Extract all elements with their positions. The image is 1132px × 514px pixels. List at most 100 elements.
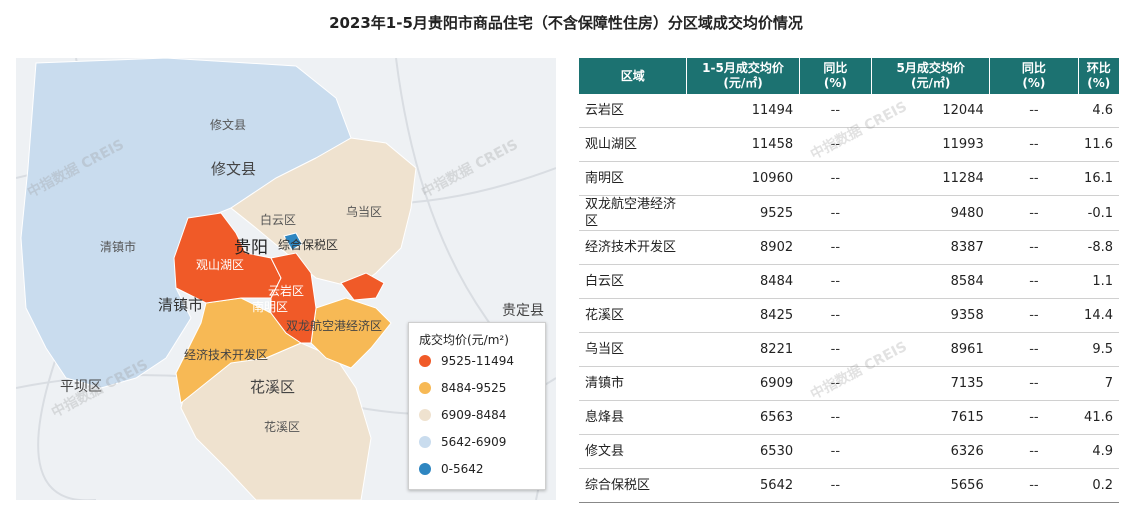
label-qingzhen-big: 清镇市 xyxy=(158,296,204,314)
cell-yoy-1: -- xyxy=(799,195,872,231)
cell-mom: 11.6 xyxy=(1078,127,1119,162)
label-zonghe: 综合保税区 xyxy=(278,238,339,252)
cell-yoy-2: -- xyxy=(989,195,1079,231)
cell-region: 息烽县 xyxy=(579,400,687,435)
cell-yoy-1: -- xyxy=(799,298,872,333)
header-avg-may: 5月成交均价 (元/㎡) xyxy=(871,58,991,94)
table-row: 南明区 10960 -- 11284 -- 16.1 xyxy=(579,161,1119,196)
cell-mom: -8.8 xyxy=(1078,230,1119,265)
table-header-row: 区域 1-5月成交均价 (元/㎡) 同比 (%) 5月成交均价 (元/㎡) 同比 (%)… xyxy=(579,58,1119,94)
cell-region: 南明区 xyxy=(579,161,687,196)
label-guanshanhu: 观山湖区 xyxy=(196,258,245,272)
cell-mom: 4.9 xyxy=(1078,434,1119,469)
cell-mom: 14.4 xyxy=(1078,298,1119,333)
cell-region: 乌当区 xyxy=(579,332,687,367)
cell-yoy-2: -- xyxy=(989,264,1079,299)
cell-avg-jan-may: 11494 xyxy=(686,94,800,128)
cell-yoy-1: -- xyxy=(799,264,872,299)
cell-yoy-2: -- xyxy=(989,161,1079,196)
cell-mom: 9.5 xyxy=(1078,332,1119,367)
legend-item: 8484-9525 xyxy=(419,380,506,396)
cell-mom: 7 xyxy=(1078,366,1119,401)
legend-label: 8484-9525 xyxy=(441,381,507,395)
cell-mom: 1.1 xyxy=(1078,264,1119,299)
table-row: 乌当区 8221 -- 8961 -- 9.5 xyxy=(579,332,1119,367)
legend-item: 9525-11494 xyxy=(419,353,514,369)
cell-avg-may: 8961 xyxy=(871,332,990,367)
cell-yoy-2: -- xyxy=(989,230,1079,265)
cell-yoy-1: -- xyxy=(799,468,872,503)
cell-mom: 41.6 xyxy=(1078,400,1119,435)
cell-yoy-2: -- xyxy=(989,366,1079,401)
label-baiyun: 白云区 xyxy=(260,213,297,227)
cell-mom: 16.1 xyxy=(1078,161,1119,196)
cell-region: 经济技术开发区 xyxy=(579,230,687,265)
cell-region: 花溪区 xyxy=(579,298,687,333)
cell-avg-jan-may: 8902 xyxy=(686,230,800,265)
legend-item: 0-5642 xyxy=(419,461,484,477)
cell-yoy-2: -- xyxy=(989,298,1079,333)
label-xiuwen-small: 修文县 xyxy=(210,118,247,132)
cell-avg-may: 7135 xyxy=(871,366,990,401)
cell-region: 修文县 xyxy=(579,434,687,469)
label-huaxi-big: 花溪区 xyxy=(250,378,296,396)
cell-mom: 4.6 xyxy=(1078,94,1119,128)
cell-region: 综合保税区 xyxy=(579,468,687,503)
label-huaxi-small: 花溪区 xyxy=(264,420,301,434)
cell-region: 双龙航空港经济区 xyxy=(579,195,687,231)
cell-avg-may: 11284 xyxy=(871,161,990,196)
cell-region: 白云区 xyxy=(579,264,687,299)
header-yoy-1: 同比 (%) xyxy=(799,58,873,94)
cell-yoy-2: -- xyxy=(989,434,1079,469)
label-wudang: 乌当区 xyxy=(346,205,383,219)
cell-avg-may: 12044 xyxy=(871,94,990,128)
table-row: 白云区 8484 -- 8584 -- 1.1 xyxy=(579,264,1119,299)
header-yoy-2: 同比 (%) xyxy=(989,58,1079,94)
table-row: 双龙航空港经济区 9525 -- 9480 -- -0.1 xyxy=(579,195,1119,231)
map-legend: 成交均价(元/m²) 9525-11494 8484-9525 6909-848… xyxy=(408,322,546,490)
cell-avg-jan-may: 5642 xyxy=(686,468,800,503)
price-table: 区域 1-5月成交均价 (元/㎡) 同比 (%) 5月成交均价 (元/㎡) 同比 (%)… xyxy=(579,58,1119,503)
header-mom: 环比 (%) xyxy=(1078,58,1119,94)
label-guiding: 贵定县 xyxy=(502,303,544,319)
cell-yoy-1: -- xyxy=(799,127,872,162)
legend-swatch-icon xyxy=(419,355,431,367)
legend-swatch-icon xyxy=(419,463,431,475)
table-row: 观山湖区 11458 -- 11993 -- 11.6 xyxy=(579,127,1119,162)
cell-avg-jan-may: 11458 xyxy=(686,127,800,162)
legend-label: 9525-11494 xyxy=(441,354,515,368)
cell-mom: 0.2 xyxy=(1078,468,1119,503)
legend-item: 6909-8484 xyxy=(419,407,506,423)
legend-title: 成交均价(元/m²) xyxy=(419,333,509,347)
label-shuanglong: 双龙航空港经济区 xyxy=(286,319,383,333)
legend-label: 6909-8484 xyxy=(441,408,507,422)
cell-yoy-1: -- xyxy=(799,94,872,128)
table-row: 综合保税区 5642 -- 5656 -- 0.2 xyxy=(579,468,1119,503)
label-guiyang: 贵阳 xyxy=(234,238,268,258)
cell-yoy-2: -- xyxy=(989,332,1079,367)
cell-avg-may: 11993 xyxy=(871,127,990,162)
page-title: 2023年1-5月贵阳市商品住宅（不含保障性住房）分区域成交均价情况 xyxy=(329,14,803,32)
cell-yoy-1: -- xyxy=(799,332,872,367)
table-row: 云岩区 11494 -- 12044 -- 4.6 xyxy=(579,94,1119,128)
table-row: 修文县 6530 -- 6326 -- 4.9 xyxy=(579,434,1119,469)
table-row: 经济技术开发区 8902 -- 8387 -- -8.8 xyxy=(579,230,1119,265)
cell-avg-jan-may: 9525 xyxy=(686,195,800,231)
table-body: 云岩区 11494 -- 12044 -- 4.6 观山湖区 11458 -- 11993 -- 11… xyxy=(579,94,1119,503)
label-yunyan: 云岩区 xyxy=(268,284,305,298)
table-row: 息烽县 6563 -- 7615 -- 41.6 xyxy=(579,400,1119,435)
cell-yoy-1: -- xyxy=(799,366,872,401)
cell-avg-jan-may: 8221 xyxy=(686,332,800,367)
cell-avg-may: 8387 xyxy=(871,230,990,265)
cell-avg-jan-may: 8425 xyxy=(686,298,800,333)
cell-yoy-1: -- xyxy=(799,434,872,469)
cell-avg-may: 8584 xyxy=(871,264,990,299)
cell-avg-may: 6326 xyxy=(871,434,990,469)
header-avg-jan-may: 1-5月成交均价 (元/㎡) xyxy=(686,58,800,94)
cell-avg-may: 9480 xyxy=(871,195,990,231)
cell-avg-jan-may: 6530 xyxy=(686,434,800,469)
cell-yoy-2: -- xyxy=(989,468,1079,503)
cell-mom: -0.1 xyxy=(1078,195,1119,231)
header-region: 区域 xyxy=(579,58,688,94)
cell-avg-jan-may: 10960 xyxy=(686,161,800,196)
